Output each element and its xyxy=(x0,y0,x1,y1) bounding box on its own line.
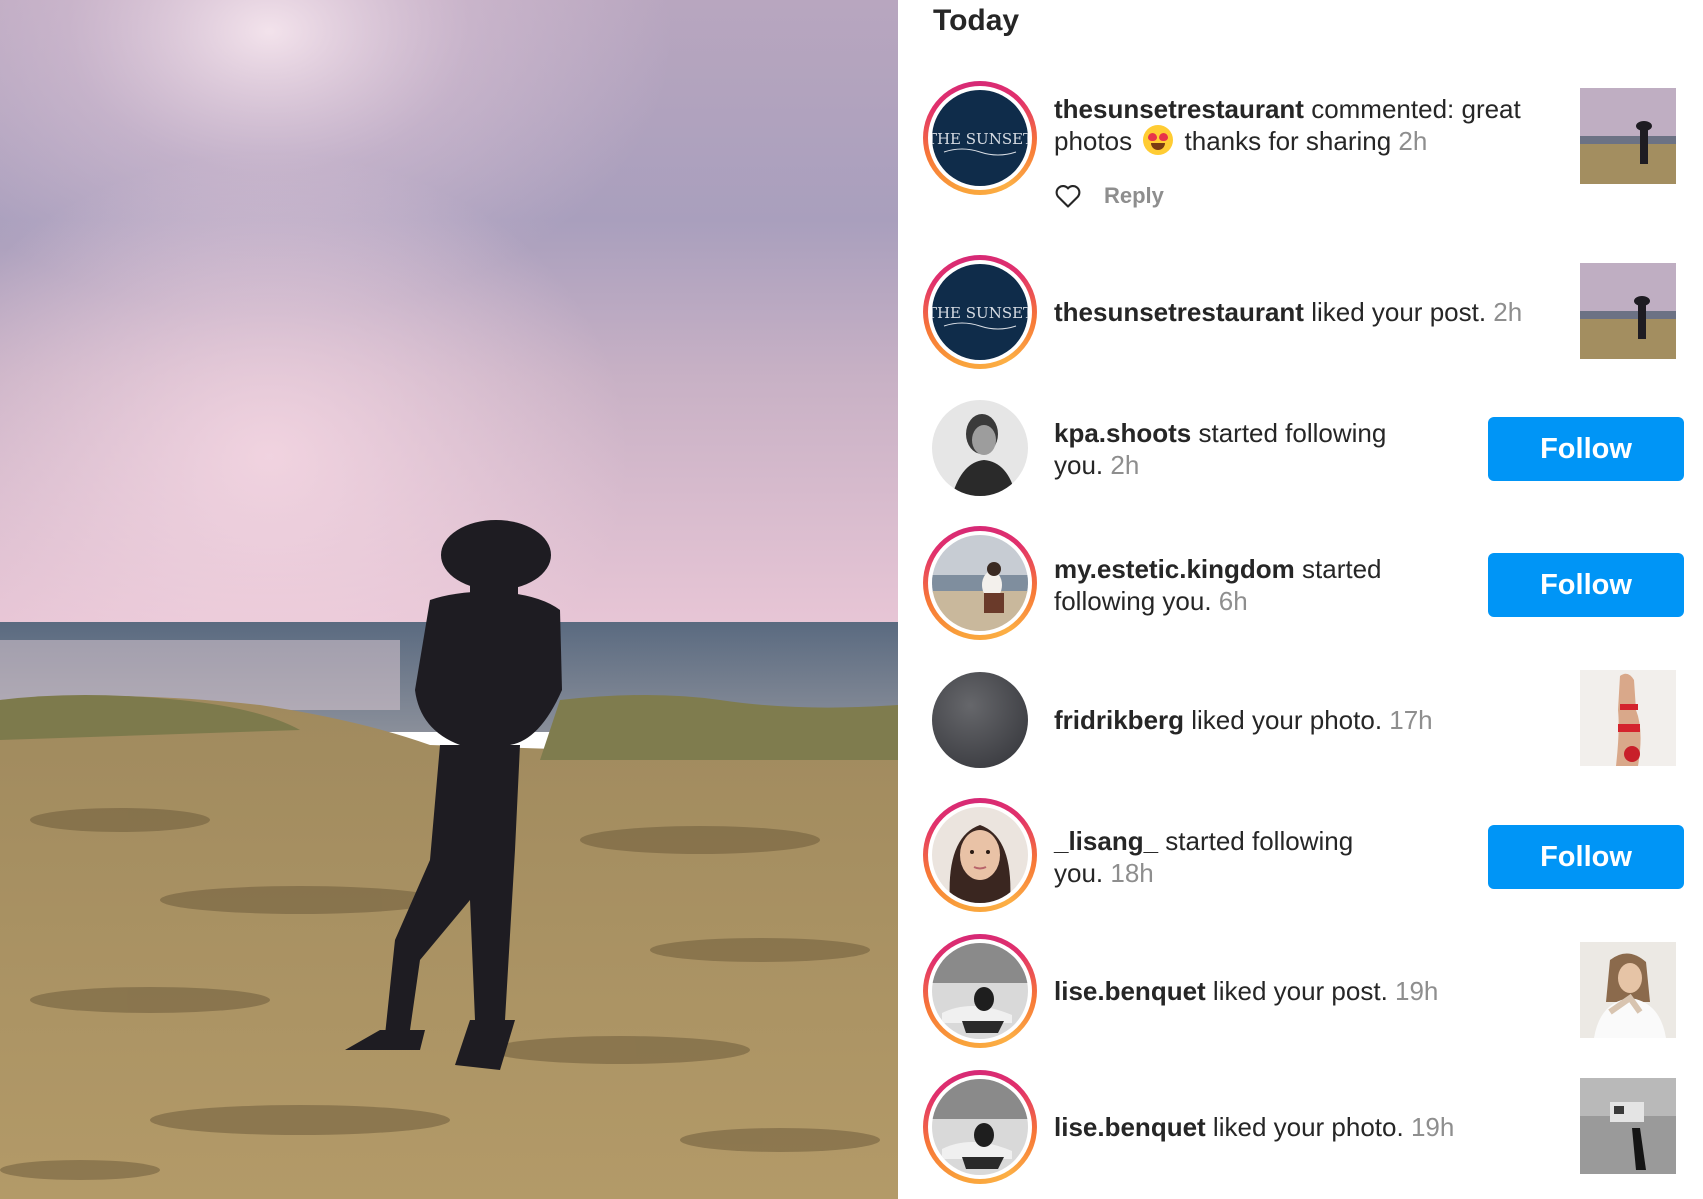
post-thumbnail[interactable] xyxy=(1580,88,1676,184)
post-photo xyxy=(0,0,898,1199)
heart-eyes-emoji-icon xyxy=(1143,125,1174,155)
username[interactable]: thesunsetrestaurant xyxy=(1054,297,1304,327)
avatar[interactable] xyxy=(932,672,1028,768)
avatar xyxy=(932,807,1028,903)
post-thumbnail[interactable] xyxy=(1580,263,1676,359)
timestamp: 19h xyxy=(1395,976,1439,1006)
post-thumbnail[interactable] xyxy=(1580,942,1676,1038)
story-ring[interactable] xyxy=(923,1070,1037,1184)
story-ring[interactable] xyxy=(923,526,1037,640)
username[interactable]: lise.benquet xyxy=(1054,976,1206,1006)
follow-button[interactable]: Follow xyxy=(1488,417,1684,481)
timestamp: 2h xyxy=(1398,126,1428,156)
section-title-today: Today xyxy=(933,4,1020,37)
username[interactable]: fridrikberg xyxy=(1054,705,1184,735)
timestamp: 17h xyxy=(1389,705,1433,735)
timestamp: 2h xyxy=(1493,297,1523,327)
avatar: THE SUNSET xyxy=(932,264,1028,360)
logo-text: THE SUNSET xyxy=(932,130,1028,148)
story-ring[interactable]: THE SUNSET xyxy=(923,81,1037,195)
timestamp: 19h xyxy=(1410,1112,1455,1142)
avatar xyxy=(932,943,1028,1039)
notification-text: lise.benquet liked your photo. 19h xyxy=(1054,1112,1455,1142)
avatar xyxy=(932,535,1028,631)
like-heart-icon[interactable] xyxy=(1054,182,1082,210)
username[interactable]: thesunsetrestaurant xyxy=(1054,94,1304,124)
username[interactable]: lise.benquet xyxy=(1054,1112,1206,1142)
post-thumbnail[interactable] xyxy=(1580,670,1676,766)
notification-text: my.estetic.kingdom started following you… xyxy=(1054,554,1382,616)
avatar: THE SUNSET xyxy=(932,90,1028,186)
story-ring[interactable] xyxy=(923,934,1037,1048)
notification-text: lise.benquet liked your post. 19h xyxy=(1054,976,1439,1006)
post-thumbnail[interactable] xyxy=(1580,1078,1676,1174)
notification-text: fridrikberg liked your photo. 17h xyxy=(1054,705,1433,735)
avatar[interactable] xyxy=(932,400,1028,496)
avatar xyxy=(932,1079,1028,1175)
username[interactable]: my.estetic.kingdom xyxy=(1054,554,1295,584)
timestamp: 18h xyxy=(1110,858,1154,888)
story-ring[interactable] xyxy=(923,798,1037,912)
notification-text: thesunsetrestaurant commented: great pho… xyxy=(1054,94,1521,156)
reply-link[interactable]: Reply xyxy=(1104,183,1164,209)
logo-text: THE SUNSET xyxy=(932,304,1028,322)
activity-panel: Today THE SUNSET thesunsetrestaurant com… xyxy=(898,0,1703,1199)
timestamp: 2h xyxy=(1110,450,1140,480)
follow-button[interactable]: Follow xyxy=(1488,553,1684,617)
notification-text: thesunsetrestaurant liked your post. 2h xyxy=(1054,297,1523,327)
notification-text: kpa.shoots started following you. 2h xyxy=(1054,418,1387,480)
follow-button[interactable]: Follow xyxy=(1488,825,1684,889)
username[interactable]: kpa.shoots xyxy=(1054,418,1191,448)
story-ring[interactable]: THE SUNSET xyxy=(923,255,1037,369)
notification-text: _lisang_ started following you. 18h xyxy=(1054,826,1354,888)
username[interactable]: _lisang_ xyxy=(1054,826,1158,856)
timestamp: 6h xyxy=(1218,586,1248,616)
